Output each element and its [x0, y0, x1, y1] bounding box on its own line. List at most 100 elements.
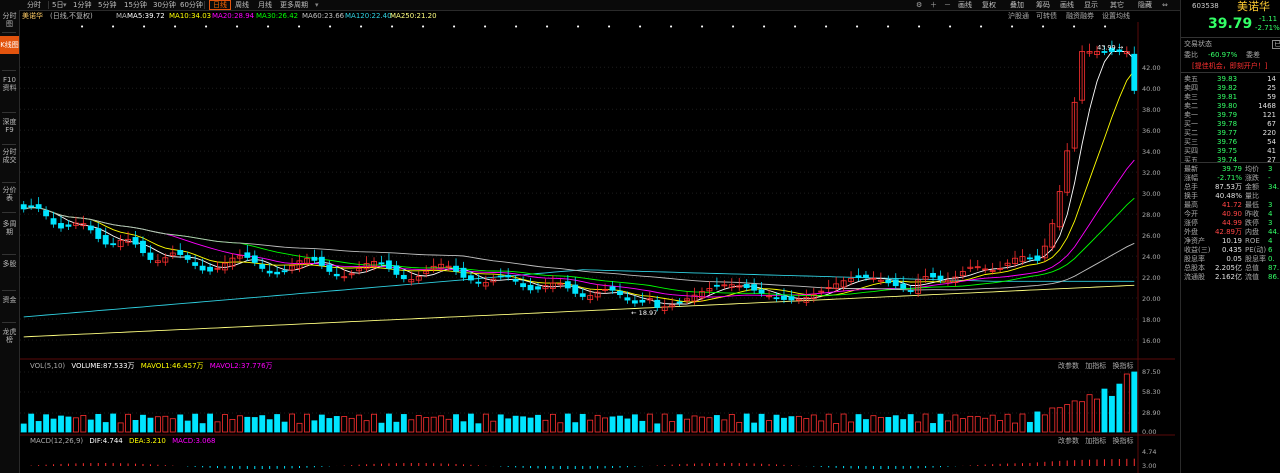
ask-row[interactable]: 卖四 39.82 25	[1184, 84, 1279, 93]
ask-row[interactable]: 卖三 39.81 59	[1184, 93, 1279, 102]
period-daily[interactable]: 日线	[209, 0, 231, 10]
stat-label: 外盘	[1184, 228, 1198, 236]
stat-value2: 44.	[1268, 228, 1280, 236]
candle-body	[50, 218, 57, 225]
tool-drawline[interactable]: 画线	[1060, 0, 1074, 10]
ask-row[interactable]: 卖五 39.83 14	[1184, 75, 1279, 84]
period-fenshi[interactable]: 分时	[27, 0, 41, 10]
expand-icon[interactable]: ⇔	[1162, 0, 1168, 10]
candle-body	[572, 284, 579, 294]
tool-display[interactable]: 显示	[1084, 0, 1098, 10]
volume-bar	[356, 414, 363, 433]
link-convertible[interactable]: 可转债	[1036, 11, 1057, 22]
event-marker: •	[235, 23, 239, 31]
plus-icon[interactable]: ＋	[930, 0, 937, 10]
period-1min[interactable]: 1分钟	[73, 0, 91, 10]
volume-bar	[758, 413, 765, 433]
book-vol: 25	[1267, 84, 1276, 92]
volume-bar	[50, 418, 57, 433]
macd-add-indicator[interactable]: 加指标	[1085, 437, 1106, 445]
book-price: 39.77	[1217, 129, 1238, 137]
stat-label: 涨停	[1184, 219, 1198, 227]
volume-bar	[676, 414, 683, 433]
vol-add-indicator[interactable]: 加指标	[1085, 362, 1106, 370]
volume-bar	[728, 414, 735, 433]
book-price: 39.76	[1217, 138, 1238, 146]
ask-row[interactable]: 卖一 39.79 121	[1184, 111, 1279, 120]
kline-chart[interactable]: 42.00 40.00 38.00 36.00 34.00 32.00 30.00 28.00…	[20, 22, 1175, 473]
macd-change-params[interactable]: 改参数	[1058, 437, 1079, 445]
candle-body	[311, 256, 318, 261]
stat-label: 今开	[1184, 210, 1198, 218]
sidebar-item-kline[interactable]: K线图	[0, 36, 19, 54]
link-set-ma[interactable]: 设置均线	[1102, 11, 1130, 22]
adjust-label[interactable]: (日线,不复权)	[50, 11, 93, 22]
volume-bar	[788, 416, 795, 433]
candle-body	[333, 273, 340, 277]
book-price: 39.75	[1217, 147, 1238, 155]
bid-row[interactable]: 买三 39.76 54	[1184, 138, 1279, 147]
macd-value: MACD:3.068	[172, 437, 216, 445]
sidebar-item-trades[interactable]: 分时成交	[0, 148, 19, 164]
minus-icon[interactable]: －	[944, 0, 951, 10]
macd-switch-indicator[interactable]: 换指标	[1112, 437, 1133, 445]
event-marker: •	[173, 23, 177, 31]
sidebar-item-depth[interactable]: 深度F9	[0, 118, 19, 134]
tool-hide[interactable]: 隐藏	[1138, 0, 1152, 10]
sidebar-item-multiperiod[interactable]: 多周期	[0, 220, 19, 236]
bid-row[interactable]: 买五 39.74 27	[1184, 156, 1279, 165]
bid-row[interactable]: 买四 39.75 41	[1184, 147, 1279, 156]
volume-bar	[311, 420, 318, 433]
vol-change-params[interactable]: 改参数	[1058, 362, 1079, 370]
settings-icon[interactable]: ⚙	[916, 0, 922, 10]
candle-body	[87, 225, 94, 231]
period-30min[interactable]: 30分钟	[153, 0, 176, 10]
link-margin[interactable]: 融资融券	[1066, 11, 1094, 22]
event-marker: •	[886, 23, 890, 31]
event-marker: •	[731, 23, 735, 31]
bid-row[interactable]: 买二 39.77 220	[1184, 129, 1279, 138]
stat-label2: 内盘	[1245, 228, 1259, 236]
ask-row[interactable]: 卖二 39.80 1468	[1184, 102, 1279, 111]
book-price: 39.78	[1217, 120, 1238, 128]
book-vol: 220	[1262, 129, 1276, 137]
period-15min[interactable]: 15分钟	[124, 0, 147, 10]
volume-bar	[989, 414, 996, 433]
volume-bar	[602, 417, 609, 433]
tool-chips[interactable]: 筹码	[1036, 0, 1050, 10]
volume-bar	[43, 414, 50, 433]
period-more[interactable]: 更多周期	[280, 0, 308, 10]
book-price: 39.80	[1217, 102, 1238, 110]
period-5day[interactable]: 5日	[52, 0, 63, 10]
sidebar-item-multistock[interactable]: 多股	[0, 260, 19, 268]
period-monthly[interactable]: 月线	[258, 0, 272, 10]
period-5min[interactable]: 5分钟	[98, 0, 116, 10]
sidebar-item-f10[interactable]: F10资料	[0, 76, 19, 92]
book-label: 卖四	[1184, 84, 1198, 92]
period-weekly[interactable]: 周线	[235, 0, 249, 10]
tool-overlay[interactable]: 叠加	[1010, 0, 1024, 10]
tool-adjust[interactable]: 复权	[982, 0, 996, 10]
book-vol: 27	[1267, 156, 1276, 164]
sidebar-item-fenshi[interactable]: 分时图	[0, 12, 19, 28]
tool-other[interactable]: 其它	[1110, 0, 1124, 10]
promo-link[interactable]: [提佳机会，即刻开户！]	[1192, 62, 1267, 71]
vol-switch-indicator[interactable]: 换指标	[1112, 362, 1133, 370]
chevron-down-icon[interactable]: ▾	[315, 0, 319, 10]
book-vol: 59	[1267, 93, 1276, 101]
volume-bar	[1079, 401, 1086, 433]
candle-body	[505, 274, 512, 278]
tool-draw[interactable]: 画线	[958, 0, 972, 10]
sidebar-item-price-table[interactable]: 分价表	[0, 186, 19, 202]
volume-bar	[646, 413, 653, 433]
volume-bar	[781, 417, 787, 433]
link-hk-connect[interactable]: 沪股通	[1008, 11, 1029, 22]
sidebar-item-funds[interactable]: 资金	[0, 296, 19, 304]
volume-bar	[773, 414, 780, 433]
candle-body	[378, 262, 385, 265]
volume-bar	[192, 413, 199, 433]
period-60min[interactable]: 60分钟	[180, 0, 203, 10]
event-marker: •	[576, 23, 580, 31]
bid-row[interactable]: 买一 39.78 67	[1184, 120, 1279, 129]
sidebar-item-dragon-tiger[interactable]: 龙虎榜	[0, 328, 19, 344]
